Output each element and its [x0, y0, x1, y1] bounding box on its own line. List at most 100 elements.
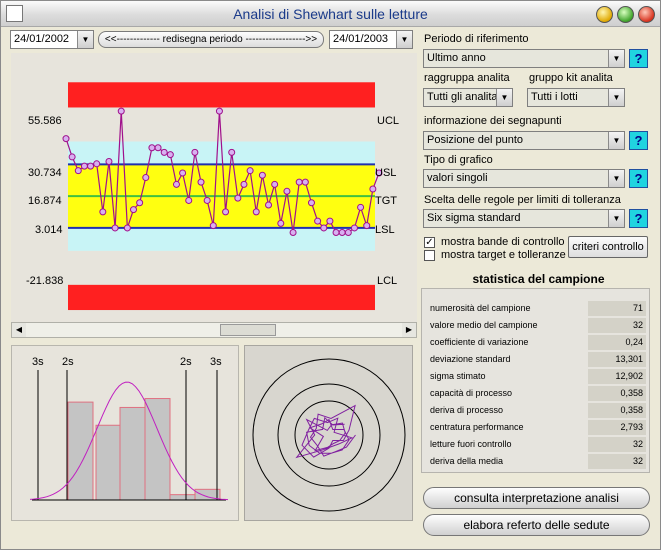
polar-trace	[295, 404, 356, 459]
stats-table: numerosità del campione 71 valore medio d…	[421, 288, 650, 473]
stat-label: numerosità del campione	[430, 303, 531, 313]
data-point	[246, 167, 254, 175]
data-point	[154, 144, 162, 152]
scroll-thumb[interactable]	[220, 324, 276, 336]
histogram-chart	[29, 370, 229, 501]
data-point	[62, 135, 70, 143]
main-window: Analisi di Shewhart sulle letture 24/01/…	[0, 0, 661, 550]
period-select[interactable]: Ultimo anno ▼	[423, 49, 625, 68]
rules-value: Six sigma standard	[427, 212, 521, 224]
stat-row: deriva di processo 0,358	[430, 403, 650, 419]
help-chart-type-icon[interactable]: ?	[629, 169, 648, 188]
usl-value: 30.734	[28, 167, 62, 179]
data-point	[332, 229, 340, 237]
lcl-label: LCL	[377, 275, 398, 287]
data-point	[179, 169, 187, 177]
stat-value: 13,301	[588, 352, 646, 367]
data-point	[215, 107, 223, 115]
interpret-analysis-button[interactable]: consulta interpretazione analisi	[423, 487, 650, 509]
stat-value: 0,24	[588, 335, 646, 350]
lsl-label: LSL	[375, 224, 395, 236]
chart-type-select[interactable]: valori singoli ▼	[423, 169, 625, 188]
stat-label: centratura performance	[430, 422, 524, 432]
data-point	[320, 224, 328, 232]
chart-scrollbar[interactable]: ◀ ▶	[11, 322, 417, 338]
stat-value: 0,358	[588, 386, 646, 401]
data-point	[136, 199, 144, 207]
stat-label: deriva della media	[430, 456, 504, 466]
chart-type-value: valori singoli	[427, 172, 488, 184]
data-point	[191, 148, 199, 156]
data-point	[197, 178, 205, 186]
stat-label: capacità di processo	[430, 388, 513, 398]
outer-ring	[252, 358, 406, 512]
scroll-right-icon[interactable]: ▶	[402, 323, 416, 337]
data-point	[203, 196, 211, 204]
data-point	[111, 224, 119, 232]
data-point	[283, 187, 291, 195]
help-scorer-icon[interactable]: ?	[629, 131, 648, 150]
scroll-left-icon[interactable]: ◀	[12, 323, 26, 337]
rules-select[interactable]: Six sigma standard ▼	[423, 209, 625, 228]
data-point	[289, 229, 297, 237]
data-point	[271, 180, 279, 188]
data-point	[68, 153, 76, 161]
stat-row: centratura performance 2,793	[430, 420, 650, 436]
show-target-checkbox[interactable]	[424, 250, 435, 261]
group-kit-select[interactable]: Tutti i lotti ▼	[527, 88, 625, 107]
data-point	[295, 178, 303, 186]
group-analyte-label: raggruppa analita	[424, 72, 510, 84]
stat-label: deriva di processo	[430, 405, 504, 415]
stat-row: deriva della media 32	[430, 454, 650, 470]
histo-label-left-3s: 3s	[32, 356, 44, 368]
stat-label: letture fuori controllo	[430, 439, 512, 449]
minimize-button[interactable]	[596, 6, 613, 23]
date-from-select[interactable]: 24/01/2002 ▼	[10, 30, 94, 49]
polar-chart-panel	[244, 345, 413, 521]
help-rules-icon[interactable]: ?	[629, 209, 648, 228]
data-point	[357, 203, 365, 211]
chevron-down-icon: ▼	[496, 89, 512, 106]
data-point	[258, 171, 266, 179]
period-label: Periodo di riferimento	[424, 33, 529, 45]
stat-value: 71	[588, 301, 646, 316]
histo-label-left-2s: 2s	[62, 356, 74, 368]
stat-row: valore medio del campione 32	[430, 318, 650, 334]
show-bands-checkbox[interactable]: ✓	[424, 237, 435, 248]
stat-value: 32	[588, 437, 646, 452]
scorer-select[interactable]: Posizione del punto ▼	[423, 131, 625, 150]
data-point	[240, 180, 248, 188]
criteria-button[interactable]: criteri controllo	[568, 236, 648, 258]
stat-row: deviazione standard 13,301	[430, 352, 650, 368]
window-title: Analisi di Shewhart sulle letture	[233, 6, 428, 22]
date-from-value: 24/01/2002	[14, 33, 70, 45]
chevron-down-icon: ▼	[396, 31, 412, 48]
polar-chart	[252, 358, 406, 512]
data-point	[277, 219, 285, 227]
date-to-select[interactable]: 24/01/2003 ▼	[329, 30, 413, 49]
lcl-value: -21.838	[26, 275, 64, 287]
data-point	[222, 208, 230, 216]
close-button[interactable]	[638, 6, 655, 23]
redraw-period-button[interactable]: <<------------- redisegna periodo ------…	[98, 31, 324, 48]
histogram-bar	[67, 401, 94, 501]
stat-row: letture fuori controllo 32	[430, 437, 650, 453]
chevron-down-icon: ▼	[608, 50, 624, 67]
maximize-button[interactable]	[617, 6, 634, 23]
tgt-label: TGT	[375, 195, 397, 207]
data-point	[99, 208, 107, 216]
histogram-bar	[119, 406, 146, 501]
data-point	[301, 178, 309, 186]
data-point	[74, 167, 82, 175]
group-analyte-value: Tutti gli analita	[427, 91, 498, 103]
group-analyte-select[interactable]: Tutti gli analita ▼	[423, 88, 513, 107]
histo-label-right-2s: 2s	[180, 356, 192, 368]
help-period-icon[interactable]: ?	[629, 49, 648, 68]
data-point	[252, 208, 260, 216]
data-point	[209, 222, 217, 230]
data-point	[117, 107, 125, 115]
generate-report-button[interactable]: elabora referto delle sedute	[423, 514, 650, 536]
stats-title: statistica del campione	[472, 272, 605, 286]
chart-type-label: Tipo di grafico	[424, 154, 493, 166]
data-point	[326, 217, 334, 225]
